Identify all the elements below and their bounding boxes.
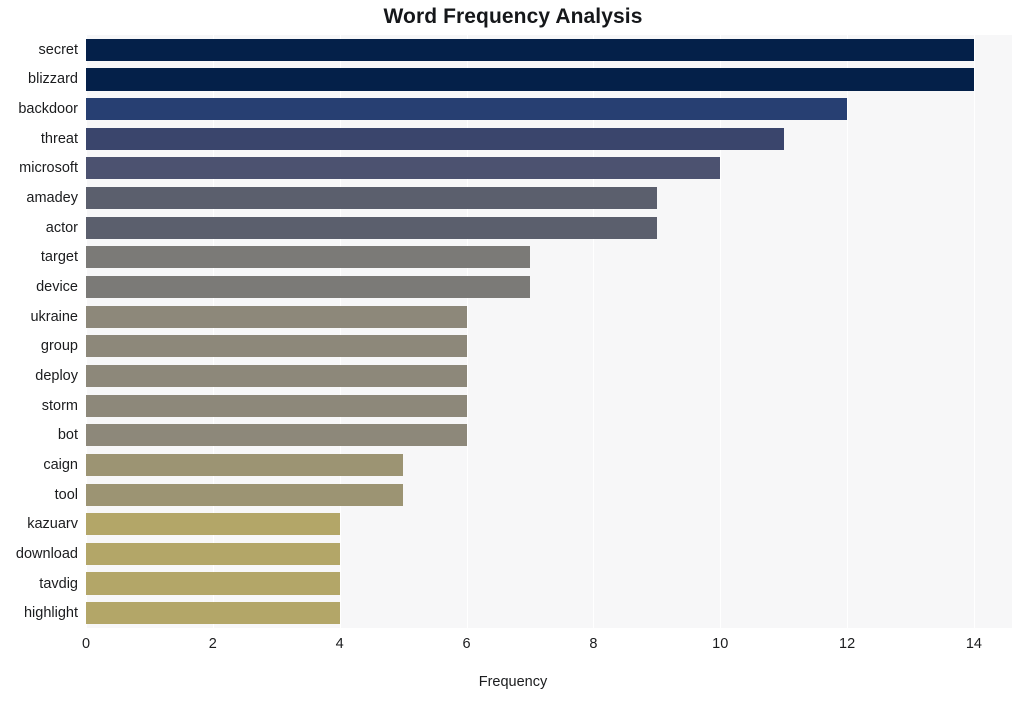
y-tick-label-tool: tool [54,486,78,503]
bar-kazuarv[interactable] [86,513,340,536]
y-tick-label-bot: bot [57,427,78,444]
bar-storm[interactable] [86,394,467,417]
y-tick-label-blizzard: blizzard [28,71,78,88]
y-tick-label-secret: secret [38,41,79,58]
bar-blizzard[interactable] [86,68,974,91]
bar-row [86,335,1012,358]
bar-row [86,513,1012,536]
bar-microsoft[interactable] [86,157,721,180]
y-tick-label-kazuarv: kazuarv [27,516,78,533]
y-axis-labels: secret blizzard backdoor threat microsoft ama… [0,35,78,628]
bar-row [86,424,1012,447]
y-tick-label-target: target [40,249,78,266]
bars-layer [86,35,1012,628]
bar-actor[interactable] [86,216,657,239]
bar-row [86,246,1012,269]
y-tick-label-highlight: highlight [23,605,78,622]
bar-row [86,305,1012,328]
bar-group[interactable] [86,335,467,358]
bar-bot[interactable] [86,424,467,447]
bar-caign[interactable] [86,453,404,476]
bar-row [86,216,1012,239]
bar-backdoor[interactable] [86,98,848,121]
bar-row [86,364,1012,387]
y-tick-label-device: device [36,279,78,296]
bar-row [86,453,1012,476]
bar-download[interactable] [86,542,340,565]
bar-row [86,394,1012,417]
bar-row [86,38,1012,61]
bar-row [86,275,1012,299]
y-tick-label-actor: actor [45,219,78,236]
bar-row [86,68,1012,91]
bar-highlight[interactable] [86,602,340,625]
bar-row [86,187,1012,210]
x-tick-label-6: 6 [462,636,471,652]
y-tick-label-threat: threat [40,130,78,147]
bar-ukraine[interactable] [86,305,467,328]
bar-row [86,127,1012,150]
chart-figure: Word Frequency Analysis secret blizzard ba… [0,0,1026,701]
y-tick-label-ukraine: ukraine [30,308,78,325]
bar-amadey[interactable] [86,187,657,210]
bar-target[interactable] [86,246,530,269]
plot-area [86,35,1012,628]
x-tick-label-14: 14 [965,636,982,652]
bar-row [86,483,1012,506]
y-tick-label-deploy: deploy [35,367,78,384]
y-tick-label-amadey: amadey [26,190,78,207]
bar-device[interactable] [86,275,530,299]
bar-deploy[interactable] [86,364,467,387]
x-tick-label-0: 0 [81,636,91,652]
y-tick-label-backdoor: backdoor [18,101,78,118]
x-tick-label-4: 4 [335,636,344,652]
bar-secret[interactable] [86,38,974,61]
x-tick-label-8: 8 [589,636,598,652]
bar-row [86,602,1012,625]
bar-row [86,157,1012,180]
x-tick-label-10: 10 [712,636,729,652]
y-tick-label-caign: caign [43,456,78,473]
bar-threat[interactable] [86,127,784,150]
y-tick-label-group: group [40,338,78,355]
bar-row [86,98,1012,121]
y-tick-label-tavdig: tavdig [39,575,78,592]
bar-tavdig[interactable] [86,572,340,595]
x-axis-title: Frequency [478,674,548,690]
bar-row [86,572,1012,595]
x-tick-label-12: 12 [839,636,856,652]
bar-row [86,542,1012,565]
y-tick-label-storm: storm [41,397,78,414]
y-tick-label-microsoft: microsoft [19,160,78,177]
y-tick-label-download: download [15,545,78,562]
bar-tool[interactable] [86,483,404,506]
x-axis-ticks: 0 2 4 6 8 10 12 14 [0,628,1026,658]
chart-title: Word Frequency Analysis [383,5,643,28]
x-tick-label-2: 2 [208,636,217,652]
